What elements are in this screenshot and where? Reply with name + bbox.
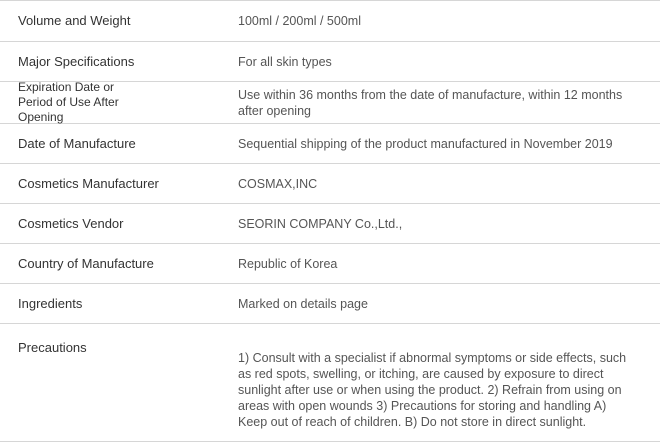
- row-label: Expiration Date or Period of Use After O…: [18, 80, 119, 124]
- row-label: Cosmetics Manufacturer: [18, 175, 159, 191]
- table-row: Cosmetics Manufacturer COSMAX,INC: [0, 164, 660, 204]
- row-value: Marked on details page: [238, 296, 368, 311]
- row-label: Date of Manufacture: [18, 135, 136, 151]
- table-row: Precautions 1) Consult with a specialist…: [0, 324, 660, 442]
- row-value: 1) Consult with a specialist if abnormal…: [238, 351, 627, 429]
- table-row: Expiration Date or Period of Use After O…: [0, 80, 660, 124]
- table-row: Volume and Weight 100ml / 200ml / 500ml: [0, 0, 660, 42]
- table-row: Date of Manufacture Sequential shipping …: [0, 124, 660, 164]
- row-value: Use within 36 months from the date of ma…: [238, 87, 623, 118]
- table-row: Cosmetics Vendor SEORIN COMPANY Co.,Ltd.…: [0, 204, 660, 244]
- product-spec-table: Volume and Weight 100ml / 200ml / 500ml …: [0, 0, 660, 442]
- table-row: Major Specifications For all skin types: [0, 42, 660, 82]
- row-label: Cosmetics Vendor: [18, 215, 124, 231]
- row-value: SEORIN COMPANY Co.,Ltd.,: [238, 216, 403, 231]
- row-value: Republic of Korea: [238, 256, 338, 271]
- row-value: For all skin types: [238, 54, 332, 69]
- row-value: Sequential shipping of the product manuf…: [238, 136, 613, 151]
- row-label: Country of Manufacture: [18, 255, 154, 271]
- row-label: Precautions: [18, 340, 87, 355]
- row-label: Volume and Weight: [18, 13, 131, 28]
- table-row: Country of Manufacture Republic of Korea: [0, 244, 660, 284]
- row-label: Major Specifications: [18, 53, 135, 69]
- row-value: 100ml / 200ml / 500ml: [238, 14, 361, 28]
- table-row: Ingredients Marked on details page: [0, 284, 660, 324]
- row-value: COSMAX,INC: [238, 176, 318, 191]
- row-label: Ingredients: [18, 295, 83, 311]
